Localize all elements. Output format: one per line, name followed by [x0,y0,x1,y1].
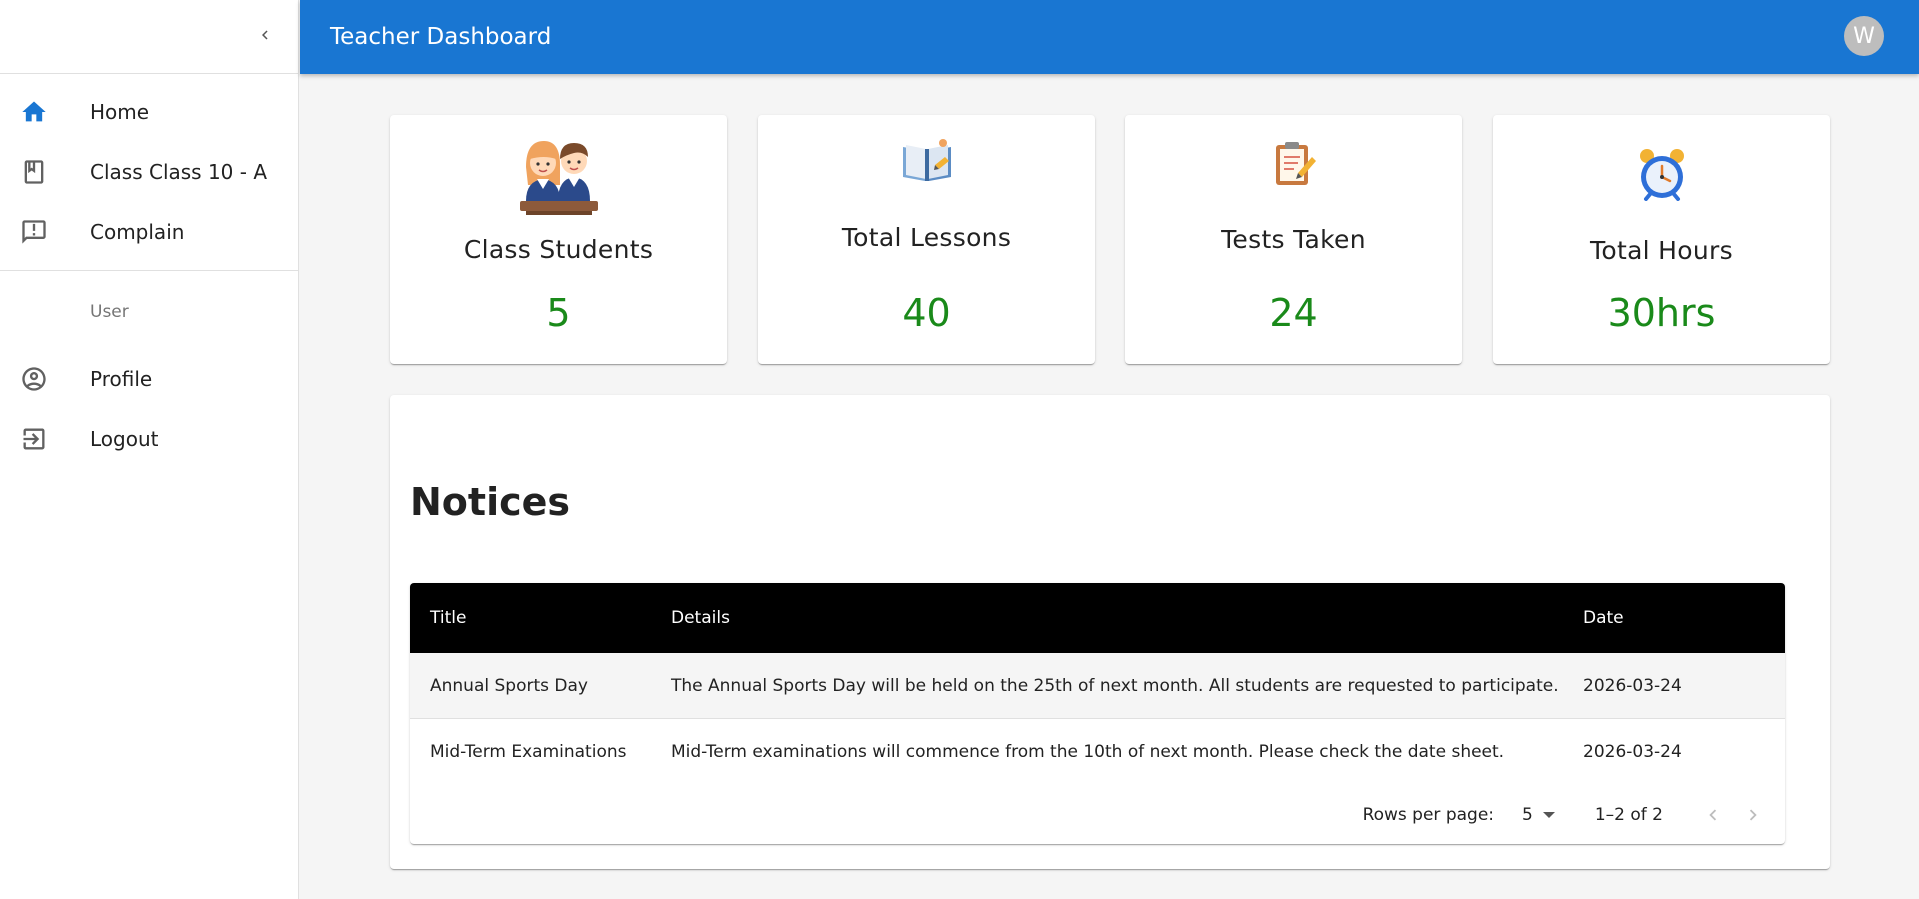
column-header-title: Title [430,608,467,628]
announcement-icon [0,218,90,246]
notice-date-cell: 2026-03-24 [1583,675,1682,696]
collapse-sidebar-button[interactable] [248,18,282,52]
previous-page-button[interactable] [1693,795,1733,835]
stat-card-lessons: Total Lessons 40 [758,115,1095,364]
clipboard-illustration [1125,139,1462,187]
notice-details-cell: Mid-Term examinations will commence from… [671,742,1505,762]
page-title: Teacher Dashboard [330,24,552,50]
table-row[interactable]: Annual Sports Day The Annual Sports Day … [410,653,1785,719]
notices-panel: Notices Title Details Date Annual Sports… [390,395,1830,869]
rows-per-page-value: 5 [1522,805,1533,825]
column-header-date: Date [1583,608,1624,628]
notices-table: Title Details Date Annual Sports Day The… [410,583,1785,844]
table-row[interactable]: Mid-Term Examinations Mid-Term examinati… [410,719,1785,785]
next-page-button[interactable] [1733,795,1773,835]
open-book-illustration [758,135,1095,185]
stat-value: 30hrs [1607,291,1716,335]
sidebar: Home Class Class 10 - A Complain User Pr… [0,0,299,899]
table-pagination: Rows per page: 5 1–2 of 2 [410,785,1785,844]
stat-card-students: Class Students 5 [390,115,727,364]
stat-title: Total Lessons [841,223,1012,252]
notice-date-cell: 2026-03-24 [1583,742,1682,762]
chevron-left-icon [262,30,268,40]
notices-title: Notices [410,480,571,524]
stat-card-hours: Total Hours 30hrs [1493,115,1830,364]
sidebar-item-profile[interactable]: Profile [0,349,298,409]
rows-per-page-label: Rows per page: [1362,805,1495,825]
students-illustration [390,133,727,215]
avatar[interactable]: W [1844,16,1884,56]
sidebar-item-class[interactable]: Class Class 10 - A [0,142,298,202]
sidebar-nav: Home Class Class 10 - A Complain User Pr… [0,74,298,469]
sidebar-item-complain[interactable]: Complain [0,202,298,262]
stat-title: Class Students [463,235,654,264]
sidebar-item-label: Logout [90,427,159,451]
chevron-left-icon [1709,809,1717,821]
exit-icon [0,425,90,453]
class-book-icon [0,158,90,186]
stat-title: Tests Taken [1221,225,1366,254]
stat-card-tests: Tests Taken 24 [1125,115,1462,364]
stat-value: 40 [902,291,951,335]
stat-value: 24 [1269,291,1318,335]
notice-title-cell: Mid-Term Examinations [430,742,627,762]
pagination-range: 1–2 of 2 [1594,805,1663,825]
notice-title-cell: Annual Sports Day [430,675,588,696]
stat-title: Total Hours [1590,236,1733,265]
app-bar: Teacher Dashboard W [300,0,1919,74]
sidebar-item-label: Profile [90,367,153,391]
column-header-details: Details [671,608,730,628]
sidebar-item-logout[interactable]: Logout [0,409,298,469]
sidebar-item-label: Class Class 10 - A [90,160,268,184]
sidebar-item-home[interactable]: Home [0,82,298,142]
rows-per-page-select[interactable]: 5 [1522,805,1555,825]
dropdown-arrow-icon [1542,812,1555,818]
alarm-clock-illustration [1493,147,1830,201]
sidebar-item-label: Home [90,100,150,124]
notice-details-cell: The Annual Sports Day will be held on th… [671,675,1559,696]
table-header: Title Details Date [410,583,1785,653]
stat-value: 5 [546,291,571,335]
chevron-right-icon [1749,809,1757,821]
sidebar-item-label: Complain [90,220,185,244]
account-circle-icon [0,365,90,393]
sidebar-header [0,0,298,74]
home-icon [0,98,90,126]
sidebar-subheader: User [90,302,129,322]
